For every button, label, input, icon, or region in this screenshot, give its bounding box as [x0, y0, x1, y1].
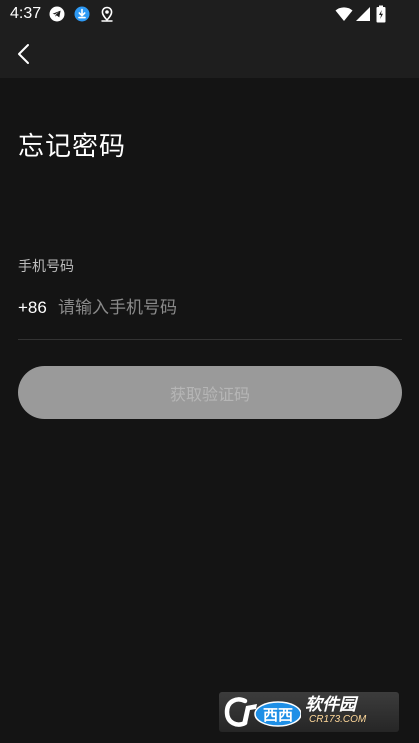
app-bar — [0, 28, 419, 78]
status-time: 4:37 — [10, 5, 42, 22]
watermark-name: 软件园 — [305, 695, 356, 715]
country-code: +86 — [18, 298, 47, 317]
signal-icon — [356, 7, 370, 21]
wifi-icon — [335, 7, 353, 21]
battery-icon — [376, 5, 386, 23]
phone-input[interactable] — [56, 294, 398, 322]
chevron-left-icon — [18, 44, 29, 64]
phone-field-label: 手机号码 — [18, 259, 74, 275]
status-bar: 4:37 — [0, 0, 419, 28]
location-icon — [101, 6, 113, 22]
download-icon — [74, 6, 90, 22]
watermark-mark-text: 西西 — [263, 706, 293, 724]
telegram-icon — [49, 6, 65, 22]
page-title: 忘记密码 — [18, 132, 127, 162]
input-divider — [18, 339, 402, 340]
get-code-button[interactable]: 获取验证码 — [18, 366, 402, 419]
watermark: 西西 软件园 CR173.COM — [219, 692, 399, 732]
watermark-domain: CR173.COM — [309, 714, 367, 725]
back-button[interactable] — [10, 40, 38, 68]
site-logo: 西西 — [224, 697, 301, 727]
